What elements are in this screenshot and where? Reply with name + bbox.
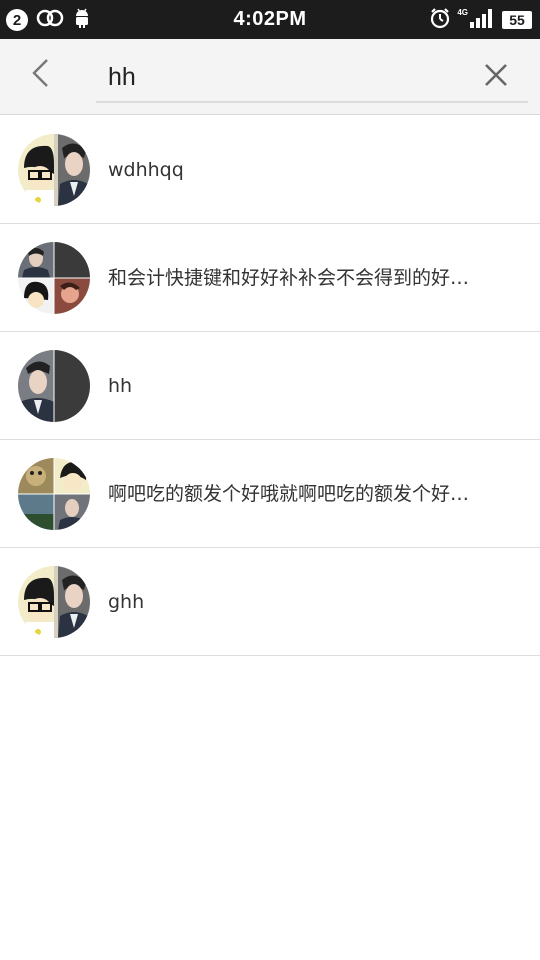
result-item[interactable]: hh: [0, 332, 540, 440]
close-icon: [484, 63, 508, 91]
search-input[interactable]: [108, 57, 468, 97]
result-item[interactable]: wdhhqq: [0, 116, 540, 224]
result-item-label: wdhhqq: [108, 159, 184, 181]
status-bar: 2 4:02PM 4G 55: [0, 0, 540, 39]
chevron-left-icon: [29, 57, 51, 93]
result-item[interactable]: 和会计快捷键和好好补补会不会得到的好…: [0, 224, 540, 332]
status-bar-right: 4G 55: [429, 7, 532, 34]
group-avatar: [18, 134, 90, 206]
search-results-list: wdhhqq 和会计快捷键和好好补补会不会得到的好… hh 啊吧吃的额发个好哦就…: [0, 116, 540, 656]
result-item[interactable]: ghh: [0, 548, 540, 656]
alarm-icon: [429, 7, 451, 34]
battery-icon: 55: [502, 11, 532, 29]
back-button[interactable]: [18, 53, 62, 97]
group-avatar: [18, 350, 90, 422]
result-item-label: ghh: [108, 591, 145, 613]
search-field: [96, 51, 528, 103]
signal-icon: [470, 8, 496, 33]
result-item-label: 啊吧吃的额发个好哦就啊吧吃的额发个好…: [108, 483, 470, 505]
result-item-label: 和会计快捷键和好好补补会不会得到的好…: [108, 267, 470, 289]
result-item[interactable]: 啊吧吃的额发个好哦就啊吧吃的额发个好…: [0, 440, 540, 548]
group-avatar: [18, 458, 90, 530]
group-avatar: [18, 242, 90, 314]
network-type: 4G: [457, 8, 468, 17]
search-header: [0, 39, 540, 115]
clear-search-button[interactable]: [474, 55, 518, 99]
group-avatar: [18, 566, 90, 638]
result-item-label: hh: [108, 375, 133, 397]
